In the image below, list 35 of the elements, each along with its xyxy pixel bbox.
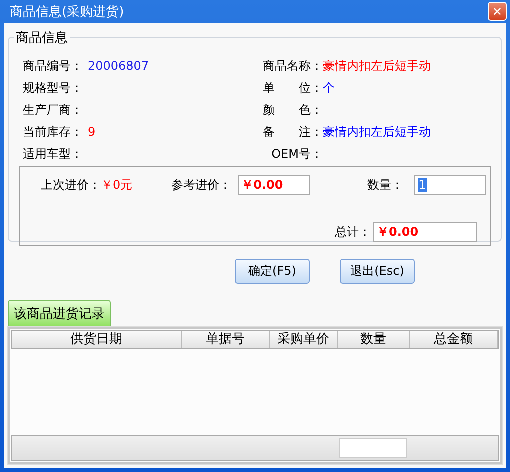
field-value: 20006807 (88, 59, 150, 73)
tab[interactable]: 该商品进货记录 (8, 300, 111, 327)
column-header[interactable]: 采购单价 (270, 331, 338, 348)
last-price-value: ￥0元 (101, 176, 133, 194)
field-label: 参考进价： (172, 176, 232, 194)
quantity-field[interactable]: 1 (414, 175, 486, 195)
field-value: 9 (88, 125, 96, 139)
field-label: 颜 色： (263, 102, 323, 118)
field-value: 个 (323, 81, 335, 95)
column-header[interactable]: 单据号 (182, 331, 270, 348)
dialog-button[interactable]: 确定(F5) (235, 259, 310, 284)
footer-cell (339, 438, 407, 458)
field-label: 数量： (368, 176, 404, 194)
group-title: 商品信息 (14, 29, 70, 47)
close-button[interactable]: ✕ (488, 2, 507, 21)
field-value: 豪情内扣左后短手动 (323, 125, 431, 139)
field-label: 商品编号： (23, 58, 84, 74)
field-label: 规格型号： (23, 80, 84, 96)
column-header[interactable]: 供货日期 (12, 331, 182, 348)
total-field[interactable]: ￥0.00 (373, 222, 477, 242)
field-label: 当前库存： (23, 124, 84, 140)
field-label: 适用车型： (23, 146, 84, 162)
ref-price-field[interactable]: ￥0.00 (238, 175, 310, 195)
column-header[interactable]: 总金额 (410, 331, 498, 348)
window-title: 商品信息(采购进货) (10, 4, 124, 20)
column-header[interactable]: 数量 (338, 331, 410, 348)
field-label: 总计： (335, 224, 371, 240)
field-value: 豪情内扣左后短手动 (323, 59, 431, 73)
dialog-button[interactable]: 退出(Esc) (340, 259, 415, 284)
field-label: OEM号： (270, 146, 323, 162)
field-label: 备 注： (263, 124, 323, 140)
field-label: 生产厂商： (23, 102, 84, 118)
field-label: 商品名称： (263, 58, 323, 74)
field-label: 单 位： (263, 80, 323, 96)
field-label: 上次进价： (41, 176, 101, 194)
